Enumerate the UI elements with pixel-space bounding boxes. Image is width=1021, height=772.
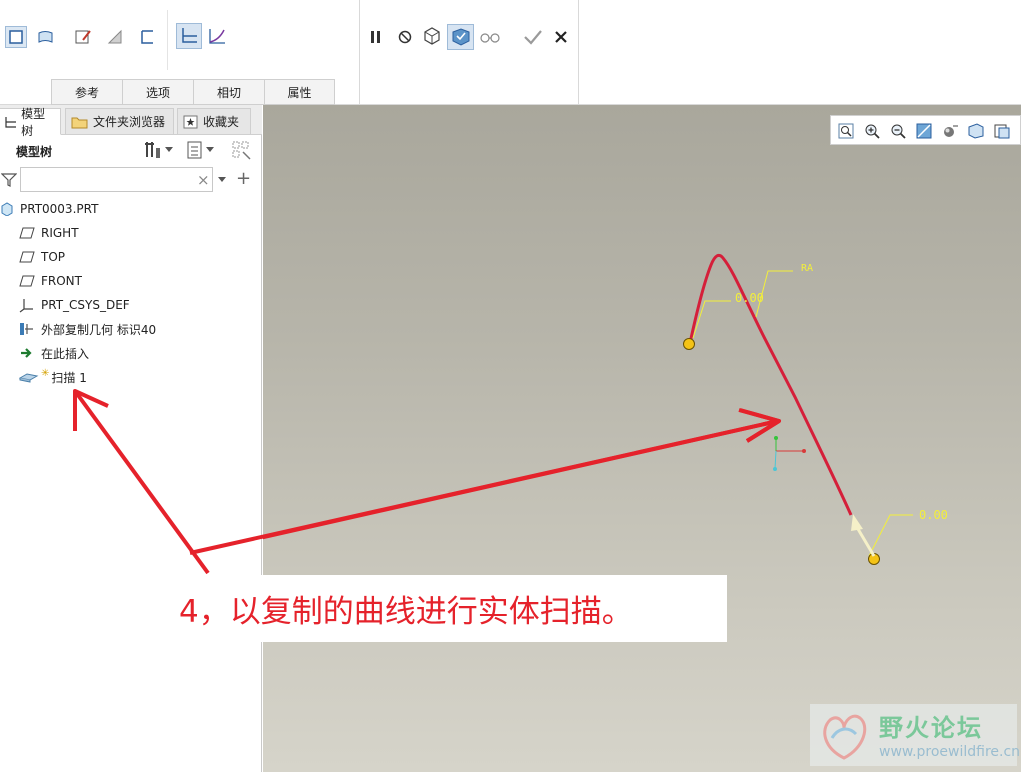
tab-tangency[interactable]: 相切 (193, 79, 264, 105)
surface-icon[interactable] (35, 26, 57, 48)
chevron-down-icon[interactable] (218, 177, 226, 183)
navigator-panel: 模型树 文件夹浏览器 收藏夹 模型树 × + PRT0003.PRT RIGHT… (0, 105, 262, 772)
ribbon: 参考 选项 相切 属性 (0, 0, 1021, 105)
ok-icon[interactable] (522, 26, 544, 48)
model-tree-header: 模型树 (0, 135, 262, 163)
model-tree-icon (5, 116, 16, 128)
part-icon (1, 202, 13, 216)
ribbon-tabs: 参考 选项 相切 属性 (51, 79, 335, 105)
chevron-down-icon (206, 147, 214, 152)
tree-item-sweep[interactable]: ✳ 扫描 1 (19, 366, 87, 388)
tree-item-label: TOP (41, 250, 66, 264)
tree-item-external-copy[interactable]: 外部复制几何 标识40 (19, 318, 156, 340)
tree-item-top[interactable]: TOP (19, 246, 65, 268)
glasses-preview-icon[interactable] (479, 26, 501, 48)
tree-item-front[interactable]: FRONT (19, 270, 82, 292)
tab-options[interactable]: 选项 (122, 79, 193, 105)
tab-properties[interactable]: 属性 (264, 79, 335, 105)
tab-favorites[interactable]: 收藏夹 (177, 108, 251, 135)
cancel-icon[interactable] (550, 26, 572, 48)
search-input[interactable] (20, 167, 213, 192)
insert-here-icon (21, 348, 32, 358)
tab-references[interactable]: 参考 (51, 79, 122, 105)
sweep-icon (19, 373, 39, 383)
dimension-label-ra[interactable]: RA (801, 263, 813, 274)
tree-filter-button[interactable] (231, 140, 253, 164)
list-icon (187, 141, 202, 159)
chevron-down-icon (165, 147, 173, 152)
watermark-url: www.proewildfire.cn (879, 744, 1021, 760)
watermark-title: 野火论坛 (879, 714, 983, 742)
tree-columns-icon (232, 141, 251, 160)
tree-item-label: 外部复制几何 标识40 (41, 322, 157, 337)
variable-section-icon[interactable] (206, 25, 228, 47)
forum-logo-icon (823, 714, 867, 760)
tree-item-label: 在此插入 (41, 346, 90, 361)
tree-item-insert-here[interactable]: 在此插入 (19, 342, 89, 364)
tree-item-label: 扫描 1 (51, 370, 87, 385)
datum-plane-icon (19, 275, 35, 287)
annotation-caption: 4，以复制的曲线进行实体扫描。 (163, 575, 727, 642)
favorites-icon (183, 115, 198, 128)
pause-icon[interactable] (365, 26, 387, 48)
tree-item-label: PRT_CSYS_DEF (41, 298, 130, 312)
settings-button[interactable] (143, 140, 173, 160)
navigator-tabs: 模型树 文件夹浏览器 收藏夹 (0, 105, 262, 138)
filter-bar: × + (0, 163, 262, 195)
model-tree-title: 模型树 (16, 145, 53, 159)
add-icon[interactable]: + (236, 168, 251, 189)
solid-icon[interactable] (5, 26, 27, 48)
tree-item-label: RIGHT (41, 226, 79, 240)
tree-item-right[interactable]: RIGHT (19, 222, 79, 244)
datum-plane-icon (19, 227, 35, 239)
application-window: 参考 选项 相切 属性 模型树 文件夹浏览器 收藏夹 模型树 × + PRT00… (0, 0, 1021, 772)
tools-icon (145, 142, 160, 158)
verify-mode-icon[interactable] (447, 24, 474, 50)
watermark: 野火论坛 www.proewildfire.cn (810, 704, 1021, 766)
copy-geom-icon (20, 323, 33, 335)
tab-folder-browser[interactable]: 文件夹浏览器 (65, 108, 174, 135)
tree-item-csys[interactable]: PRT_CSYS_DEF (19, 294, 130, 316)
tab-favorites-label: 收藏夹 (203, 115, 240, 129)
datum-plane-icon (19, 251, 35, 263)
tab-folder-browser-label: 文件夹浏览器 (93, 115, 166, 129)
thicken-icon[interactable] (136, 26, 158, 48)
edit-section-icon[interactable] (72, 26, 94, 48)
new-feature-star-icon: ✳ (41, 367, 50, 379)
filter-icon (1, 173, 17, 187)
dimension-label-bottom[interactable]: 0.00 (919, 508, 948, 522)
remove-material-icon[interactable] (104, 26, 126, 48)
tab-model-tree-label: 模型树 (21, 106, 46, 138)
sweep-trajectory (263, 253, 913, 565)
no-preview-icon[interactable] (394, 26, 416, 48)
folder-icon (71, 117, 88, 128)
graphics-window[interactable]: 0.00 RA 0.00 (263, 105, 1021, 772)
clear-icon[interactable]: × (197, 171, 210, 189)
tree-item-part[interactable]: PRT0003.PRT (0, 198, 98, 220)
csys-icon (19, 299, 33, 313)
preview-geometry-icon[interactable] (421, 25, 443, 47)
dimension-label-top[interactable]: 0.00 (735, 291, 764, 305)
tab-model-tree[interactable]: 模型树 (0, 107, 61, 138)
tree-item-label: PRT0003.PRT (20, 202, 99, 216)
tree-item-label: FRONT (41, 274, 82, 288)
constant-section-icon[interactable] (176, 23, 202, 49)
show-button[interactable] (186, 140, 214, 160)
